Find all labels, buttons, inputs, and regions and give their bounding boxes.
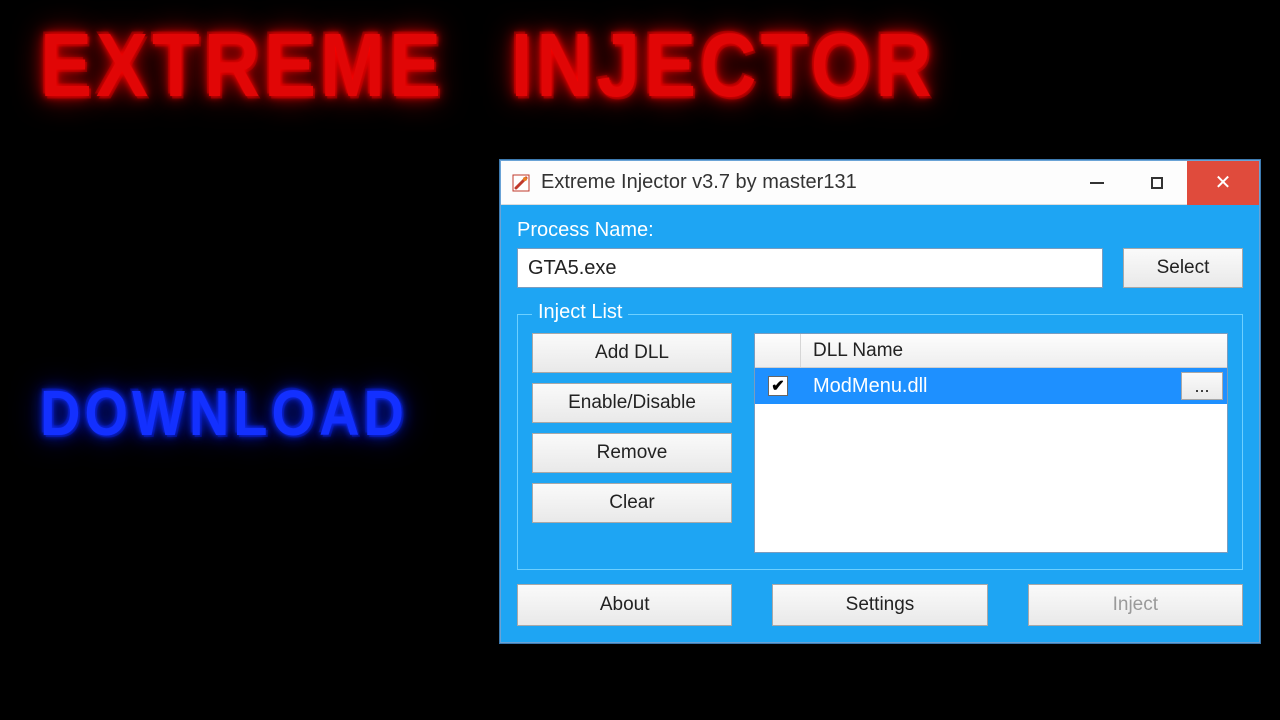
dll-row-name: ModMenu.dll	[801, 375, 1181, 398]
process-name-input[interactable]	[517, 248, 1103, 288]
window-title: Extreme Injector v3.7 by master131	[541, 171, 1067, 194]
about-button[interactable]: About	[517, 584, 732, 626]
app-icon	[511, 173, 531, 193]
headline-extreme-injector: Extreme Injector	[40, 13, 976, 118]
dll-list-header: DLL Name	[755, 334, 1227, 368]
checkmark-icon: ✔	[771, 376, 784, 396]
close-button[interactable]: ✕	[1187, 161, 1259, 205]
bottom-button-row: About Settings Inject	[517, 584, 1243, 626]
add-dll-button[interactable]: Add DLL	[532, 333, 732, 373]
clear-button[interactable]: Clear	[532, 483, 732, 523]
inject-list-button-column: Add DLL Enable/Disable Remove Clear	[532, 333, 732, 553]
process-name-label: Process Name:	[517, 219, 1103, 242]
enable-disable-button[interactable]: Enable/Disable	[532, 383, 732, 423]
maximize-button[interactable]	[1127, 161, 1187, 205]
dll-listview[interactable]: DLL Name ✔ ModMenu.dll ...	[754, 333, 1228, 553]
titlebar[interactable]: Extreme Injector v3.7 by master131 ✕	[501, 161, 1259, 205]
dll-list-header-checkbox-col[interactable]	[755, 334, 801, 367]
inject-list-legend: Inject List	[532, 301, 628, 324]
maximize-icon	[1151, 177, 1163, 189]
headline-download: Download	[40, 375, 408, 450]
close-icon: ✕	[1215, 170, 1232, 195]
process-row: Process Name: Select	[517, 219, 1243, 288]
remove-button[interactable]: Remove	[532, 433, 732, 473]
select-process-button[interactable]: Select	[1123, 248, 1243, 288]
dll-row-browse-button[interactable]: ...	[1181, 372, 1223, 400]
dll-row-checkbox[interactable]: ✔	[768, 376, 788, 396]
dll-list-header-name[interactable]: DLL Name	[801, 340, 1227, 362]
app-window: Extreme Injector v3.7 by master131 ✕ Pro…	[500, 160, 1260, 643]
inject-button[interactable]: Inject	[1028, 584, 1243, 626]
settings-button[interactable]: Settings	[772, 584, 987, 626]
minimize-button[interactable]	[1067, 161, 1127, 205]
minimize-icon	[1090, 182, 1104, 184]
dll-list-row[interactable]: ✔ ModMenu.dll ...	[755, 368, 1227, 404]
headline-word-injector: Injector	[511, 13, 936, 118]
headline-word-extreme: Extreme	[40, 13, 445, 118]
client-area: Process Name: Select Inject List Add DLL…	[501, 205, 1259, 642]
inject-list-group: Inject List Add DLL Enable/Disable Remov…	[517, 314, 1243, 570]
